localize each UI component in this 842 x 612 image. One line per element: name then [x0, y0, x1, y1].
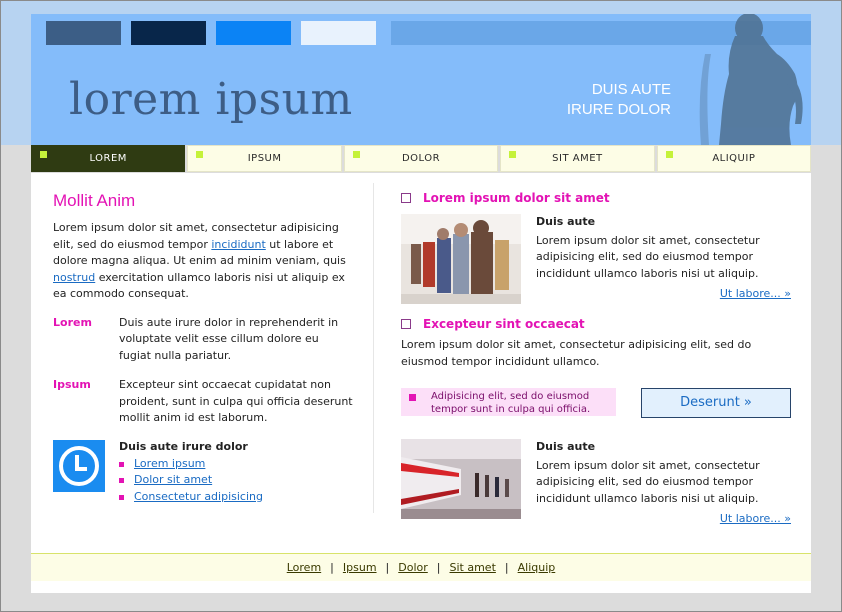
woman-silhouette-icon — [699, 14, 803, 145]
news-section-1: Lorem ipsum dolor sit amet Duis aute Lor… — [401, 191, 791, 304]
train-photo[interactable] — [401, 439, 521, 519]
bullet-icon — [119, 494, 124, 500]
separator: | — [504, 561, 509, 574]
list-item: Consectetur adipisicing — [119, 489, 263, 506]
nav-label: SIT AMET — [552, 153, 603, 164]
section-title: Lorem ipsum dolor sit amet — [401, 191, 791, 205]
clock-box: Duis aute irure dolor Lorem ipsum Dolor … — [53, 439, 353, 506]
color-swatch-2 — [131, 21, 206, 45]
clock-box-title: Duis aute irure dolor — [119, 439, 248, 453]
definition-list: Lorem Duis aute irure dolor in reprehend… — [53, 315, 353, 427]
more-link-wrap: Ut labore... » — [536, 511, 791, 528]
definition-row: Lorem Duis aute irure dolor in reprehend… — [53, 315, 353, 365]
color-swatch-3 — [216, 21, 291, 45]
nav-item-lorem[interactable]: LOREM — [31, 145, 186, 172]
square-bullet-icon — [409, 394, 416, 401]
header: lorem ipsum DUIS AUTE IRURE DOLOR — [31, 14, 811, 145]
article: Duis aute Lorem ipsum dolor sit amet, co… — [401, 439, 791, 528]
tagline-line-1: DUIS AUTE — [591, 81, 671, 98]
clock-icon — [53, 439, 105, 492]
bullet-icon — [119, 461, 124, 467]
nav-label: IPSUM — [247, 153, 282, 164]
square-outline-icon — [401, 193, 411, 203]
main-content: Mollit Anim Lorem ipsum dolor sit amet, … — [31, 173, 811, 553]
definition-desc: Duis aute irure dolor in reprehenderit i… — [119, 315, 339, 362]
nav-item-sit-amet[interactable]: SIT AMET — [500, 145, 655, 172]
bottom-fill — [31, 581, 811, 593]
link-nostrud[interactable]: nostrud — [53, 271, 95, 284]
main-nav: LOREM IPSUM DOLOR SIT AMET ALIQUIP — [31, 145, 812, 172]
article-text: Duis aute Lorem ipsum dolor sit amet, co… — [536, 214, 791, 304]
nav-label: ALIQUIP — [712, 153, 756, 164]
intro-text: exercitation ullamco laboris nisi ut ali… — [53, 270, 345, 301]
more-link-wrap: Ut labore... » — [536, 286, 791, 303]
read-more-link[interactable]: Ut labore... » — [720, 287, 791, 300]
link-incididunt[interactable]: incididunt — [211, 238, 265, 251]
nav-label: DOLOR — [401, 153, 441, 164]
footer-link-sit-amet[interactable]: Sit amet — [450, 561, 496, 574]
separator: | — [436, 561, 441, 574]
definition-desc: Excepteur sint occaecat cupidatat non pr… — [119, 378, 353, 424]
nav-marker-icon — [352, 151, 360, 158]
highlight-note: Adipisicing elit, sed do eiusmod tempor … — [401, 388, 616, 416]
separator: | — [330, 561, 334, 574]
news-section-2: Excepteur sint occaecat Lorem ipsum dolo… — [401, 317, 791, 370]
section-body: Lorem ipsum dolor sit amet, consectetur … — [401, 338, 752, 368]
nav-marker-icon — [665, 151, 673, 158]
definition-term: Ipsum — [53, 378, 91, 391]
section-title: Excepteur sint occaecat — [401, 317, 791, 331]
nav-marker-icon — [509, 151, 517, 158]
footer-link-ipsum[interactable]: Ipsum — [343, 561, 377, 574]
nav-item-dolor[interactable]: DOLOR — [343, 145, 499, 172]
link-list: Lorem ipsum Dolor sit amet Consectetur a… — [119, 456, 263, 506]
column-divider — [373, 183, 374, 513]
intro-paragraph: Lorem ipsum dolor sit amet, consectetur … — [53, 220, 353, 303]
nav-marker-icon — [196, 151, 204, 158]
left-column: Mollit Anim Lorem ipsum dolor sit amet, … — [53, 191, 353, 505]
footer-nav: Lorem | Ipsum | Dolor | Sit amet | Aliquip — [31, 553, 811, 583]
list-item: Lorem ipsum — [119, 456, 263, 473]
section-title-text: Excepteur sint occaecat — [423, 317, 585, 331]
footer-link-lorem[interactable]: Lorem — [287, 561, 321, 574]
square-outline-icon — [401, 319, 411, 329]
header-tagline: DUIS AUTE IRURE DOLOR — [567, 80, 671, 120]
site-logo[interactable]: lorem ipsum — [69, 74, 353, 125]
right-column: Lorem ipsum dolor sit amet Duis aute Lor… — [401, 191, 791, 525]
nav-marker-icon — [40, 151, 47, 158]
color-swatch-4 — [301, 21, 376, 45]
nav-label: LOREM — [89, 153, 127, 164]
highlight-text: Adipisicing elit, sed do eiusmod tempor … — [431, 391, 591, 415]
link-dolor-sit-amet[interactable]: Dolor sit amet — [134, 473, 212, 486]
crowd-photo[interactable] — [401, 214, 521, 304]
list-item: Dolor sit amet — [119, 472, 263, 489]
bullet-icon — [119, 478, 124, 483]
article-subtitle: Duis aute — [536, 440, 596, 453]
separator: | — [385, 561, 390, 574]
clock-glyph — [59, 445, 99, 486]
definition-term: Lorem — [53, 315, 92, 329]
tagline-line-2: IRURE DOLOR — [566, 101, 671, 118]
article: Duis aute Lorem ipsum dolor sit amet, co… — [401, 214, 791, 304]
article-subtitle: Duis aute — [536, 215, 596, 228]
link-consectetur[interactable]: Consectetur adipisicing — [134, 490, 263, 503]
read-more-link[interactable]: Ut labore... » — [720, 512, 791, 525]
section-title-text: Lorem ipsum dolor sit amet — [423, 191, 610, 205]
article-body: Lorem ipsum dolor sit amet, consectetur … — [536, 233, 760, 280]
news-section-3: Duis aute Lorem ipsum dolor sit amet, co… — [401, 439, 791, 528]
page-frame: lorem ipsum DUIS AUTE IRURE DOLOR LOREM … — [0, 0, 842, 612]
link-lorem-ipsum[interactable]: Lorem ipsum — [134, 457, 205, 470]
deserunt-button[interactable]: Deserunt » — [641, 388, 791, 418]
nav-item-aliquip[interactable]: ALIQUIP — [656, 145, 812, 172]
nav-item-ipsum[interactable]: IPSUM — [187, 145, 342, 172]
footer-link-dolor[interactable]: Dolor — [398, 561, 428, 574]
clock-links: Duis aute irure dolor Lorem ipsum Dolor … — [119, 440, 263, 506]
color-swatch-1 — [46, 21, 121, 45]
section-heading: Mollit Anim — [53, 191, 136, 210]
article-body: Lorem ipsum dolor sit amet, consectetur … — [536, 458, 760, 505]
article-text: Duis aute Lorem ipsum dolor sit amet, co… — [536, 439, 791, 528]
footer-link-aliquip[interactable]: Aliquip — [518, 561, 556, 574]
definition-row: Ipsum Excepteur sint occaecat cupidatat … — [53, 377, 353, 427]
